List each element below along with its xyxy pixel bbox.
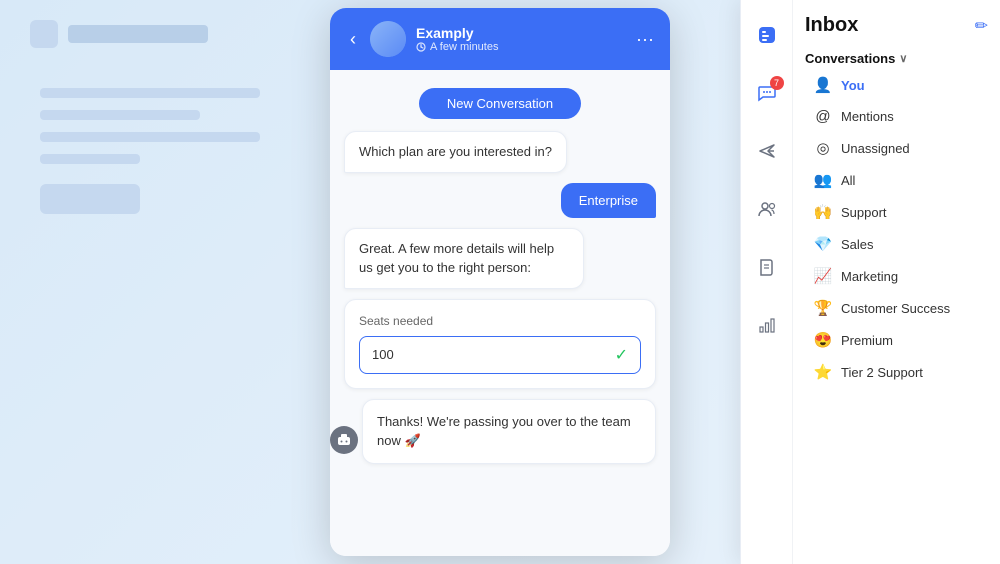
inbox-menu-item-all[interactable]: 👥 All bbox=[805, 165, 988, 195]
inbox-title-row: Inbox ✏ bbox=[805, 14, 988, 37]
inbox-icon-messages[interactable]: 7 bbox=[748, 74, 786, 112]
bot-bubble-2: Great. A few more details will help us g… bbox=[344, 228, 584, 289]
bot-bubble-1: Which plan are you interested in? bbox=[344, 131, 567, 173]
bot-text-1: Which plan are you interested in? bbox=[359, 144, 552, 159]
inbox-unassigned-icon: ◎ bbox=[813, 139, 833, 157]
form-input-value: 100 bbox=[372, 347, 615, 362]
chat-menu-button[interactable]: ··· bbox=[636, 29, 654, 50]
inbox-title: Inbox bbox=[805, 14, 858, 37]
inbox-all-icon: 👥 bbox=[813, 171, 833, 189]
bot-message-2: Great. A few more details will help us g… bbox=[344, 228, 656, 289]
chat-body: New Conversation Which plan are you inte… bbox=[330, 70, 670, 556]
intercom-logo-icon bbox=[756, 24, 778, 46]
inbox-tier2-label: Tier 2 Support bbox=[841, 365, 923, 380]
inbox-cs-label: Customer Success bbox=[841, 301, 950, 316]
bot-message-1: Which plan are you interested in? bbox=[344, 131, 656, 173]
inbox-section-label[interactable]: Conversations ∨ bbox=[805, 51, 988, 66]
main-overlay: ‹ Examply A few minutes ··· bbox=[0, 0, 1000, 564]
inbox-icon-sidebar: 7 bbox=[741, 0, 793, 564]
knowledge-icon bbox=[757, 257, 777, 277]
reports-icon bbox=[757, 315, 777, 335]
chat-avatar bbox=[370, 21, 406, 57]
chat-top-bar: New Conversation bbox=[344, 82, 656, 121]
inbox-menu-item-tier2[interactable]: ⭐ Tier 2 Support bbox=[805, 357, 988, 387]
user-text-1: Enterprise bbox=[579, 193, 638, 208]
inbox-sales-label: Sales bbox=[841, 237, 874, 252]
contacts-icon bbox=[757, 199, 777, 219]
chat-avatar-image bbox=[370, 21, 406, 57]
chat-status: A few minutes bbox=[416, 41, 498, 53]
inbox-menu-item-sales[interactable]: 💎 Sales bbox=[805, 229, 988, 259]
inbox-premium-label: Premium bbox=[841, 333, 893, 348]
inbox-panel: 7 bbox=[740, 0, 1000, 564]
chat-back-button[interactable]: ‹ bbox=[346, 25, 360, 54]
inbox-premium-icon: 😍 bbox=[813, 331, 833, 349]
bot-text-2: Great. A few more details will help us g… bbox=[359, 241, 554, 276]
inbox-chevron-icon: ∨ bbox=[899, 52, 907, 65]
thanks-message: Thanks! We're passing you over to the te… bbox=[362, 399, 656, 464]
inbox-menu-item-marketing[interactable]: 📈 Marketing bbox=[805, 261, 988, 291]
inbox-menu: 👤 You @ Mentions ◎ Unassigned 👥 All bbox=[805, 70, 988, 387]
form-input-row[interactable]: 100 ✓ bbox=[359, 336, 641, 374]
chat-agent-name: Examply bbox=[416, 25, 498, 41]
inbox-mentions-label: Mentions bbox=[841, 109, 894, 124]
inbox-marketing-label: Marketing bbox=[841, 269, 898, 284]
inbox-menu-item-customer-success[interactable]: 🏆 Customer Success bbox=[805, 293, 988, 323]
inbox-menu-item-support[interactable]: 🙌 Support bbox=[805, 197, 988, 227]
inbox-badge: 7 bbox=[770, 76, 784, 90]
clock-icon bbox=[416, 42, 426, 52]
inbox-support-icon: 🙌 bbox=[813, 203, 833, 221]
inbox-icon-contacts[interactable] bbox=[748, 190, 786, 228]
inbox-icon-knowledge[interactable] bbox=[748, 248, 786, 286]
inbox-menu-item-unassigned[interactable]: ◎ Unassigned bbox=[805, 133, 988, 163]
send-icon bbox=[757, 141, 777, 161]
form-card: Seats needed 100 ✓ bbox=[344, 299, 656, 389]
new-conversation-button[interactable]: New Conversation bbox=[419, 88, 581, 119]
bot-icon bbox=[336, 432, 352, 448]
inbox-mentions-icon: @ bbox=[813, 108, 833, 125]
thanks-wrapper: Thanks! We're passing you over to the te… bbox=[344, 399, 656, 464]
form-label: Seats needed bbox=[359, 314, 641, 328]
inbox-menu-item-mentions[interactable]: @ Mentions bbox=[805, 102, 988, 131]
inbox-all-label: All bbox=[841, 173, 855, 188]
inbox-sales-icon: 💎 bbox=[813, 235, 833, 253]
thanks-text: Thanks! We're passing you over to the te… bbox=[377, 414, 631, 449]
form-check-icon: ✓ bbox=[615, 345, 628, 365]
inbox-icon-logo[interactable] bbox=[748, 16, 786, 54]
inbox-menu-item-you[interactable]: 👤 You bbox=[805, 70, 988, 100]
chat-header: ‹ Examply A few minutes ··· bbox=[330, 8, 670, 70]
inbox-unassigned-label: Unassigned bbox=[841, 141, 910, 156]
inbox-icon-reports[interactable] bbox=[748, 306, 786, 344]
bot-avatar-icon bbox=[330, 426, 358, 454]
inbox-edit-icon[interactable]: ✏ bbox=[975, 16, 988, 36]
inbox-menu-item-premium[interactable]: 😍 Premium bbox=[805, 325, 988, 355]
chat-header-info: Examply A few minutes bbox=[416, 25, 498, 53]
inbox-marketing-icon: 📈 bbox=[813, 267, 833, 285]
chat-widget: ‹ Examply A few minutes ··· bbox=[330, 8, 670, 556]
inbox-you-label: You bbox=[841, 78, 865, 93]
inbox-cs-icon: 🏆 bbox=[813, 299, 833, 317]
chat-status-text: A few minutes bbox=[430, 41, 498, 53]
user-message-1: Enterprise bbox=[344, 183, 656, 218]
inbox-tier2-icon: ⭐ bbox=[813, 363, 833, 381]
inbox-section-text: Conversations bbox=[805, 51, 895, 66]
inbox-icon-outbound[interactable] bbox=[748, 132, 786, 170]
user-bubble-1: Enterprise bbox=[561, 183, 656, 218]
inbox-support-label: Support bbox=[841, 205, 887, 220]
inbox-main-content: Inbox ✏ Conversations ∨ 👤 You @ Mentions bbox=[793, 0, 1000, 564]
inbox-you-icon: 👤 bbox=[813, 76, 833, 94]
